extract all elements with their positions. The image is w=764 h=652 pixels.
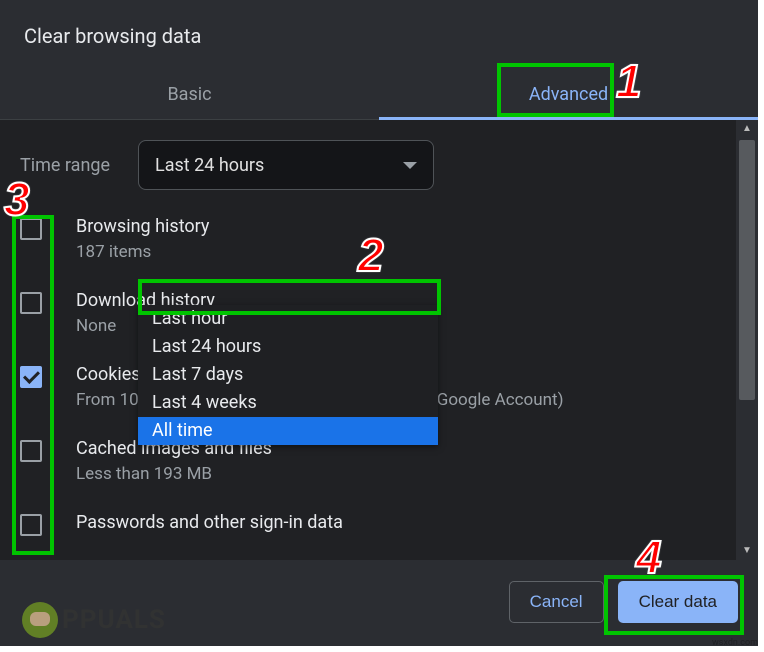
list-item: Passwords and other sign-in data: [20, 510, 716, 536]
dropdown-option-last-hour[interactable]: Last hour: [138, 305, 438, 333]
scrollbar[interactable]: ▲ ▼: [736, 120, 758, 560]
watermark-domain: wsxdn.com: [712, 638, 758, 648]
dialog-body: Time range Last 24 hours Browsing histor…: [0, 120, 758, 560]
checkbox-passwords[interactable]: [20, 514, 42, 536]
cancel-button[interactable]: Cancel: [509, 581, 604, 623]
checkbox-cached[interactable]: [20, 440, 42, 462]
time-range-label: Time range: [20, 155, 138, 176]
item-text: Browsing history 187 items: [76, 214, 716, 264]
dropdown-option-all-time[interactable]: All time: [138, 417, 438, 445]
checkbox-cookies[interactable]: [20, 366, 42, 388]
time-range-row: Time range Last 24 hours: [0, 120, 736, 190]
tab-basic[interactable]: Basic: [0, 66, 379, 119]
checkbox-download-history[interactable]: [20, 292, 42, 314]
list-item: Browsing history 187 items: [20, 214, 716, 264]
item-title: Browsing history: [76, 214, 716, 240]
scroll-up-icon[interactable]: ▲: [736, 120, 758, 138]
dialog-title: Clear browsing data: [0, 0, 758, 48]
tabs: Basic Advanced: [0, 66, 758, 120]
chevron-down-icon: [403, 162, 417, 169]
item-text: Passwords and other sign-in data: [76, 510, 716, 536]
time-range-dropdown: Last hour Last 24 hours Last 7 days Last…: [138, 305, 438, 445]
time-range-value: Last 24 hours: [155, 155, 403, 176]
item-subtitle: 187 items: [76, 240, 716, 264]
checkbox-browsing-history[interactable]: [20, 218, 42, 240]
scrollbar-thumb[interactable]: [739, 140, 755, 400]
item-subtitle: Less than 193 MB: [76, 462, 716, 486]
item-title: Passwords and other sign-in data: [76, 510, 716, 536]
dropdown-option-last-4-weeks[interactable]: Last 4 weeks: [138, 389, 438, 417]
tab-advanced[interactable]: Advanced: [379, 66, 758, 119]
dropdown-option-last-7-days[interactable]: Last 7 days: [138, 361, 438, 389]
clear-browsing-data-dialog: Clear browsing data Basic Advanced Time …: [0, 0, 758, 646]
watermark-icon: [22, 602, 58, 638]
dropdown-option-last-24-hours[interactable]: Last 24 hours: [138, 333, 438, 361]
time-range-select[interactable]: Last 24 hours: [138, 140, 434, 190]
watermark-text: PPUALS: [62, 605, 166, 635]
watermark: PPUALS: [22, 602, 166, 638]
clear-data-button[interactable]: Clear data: [618, 581, 738, 623]
